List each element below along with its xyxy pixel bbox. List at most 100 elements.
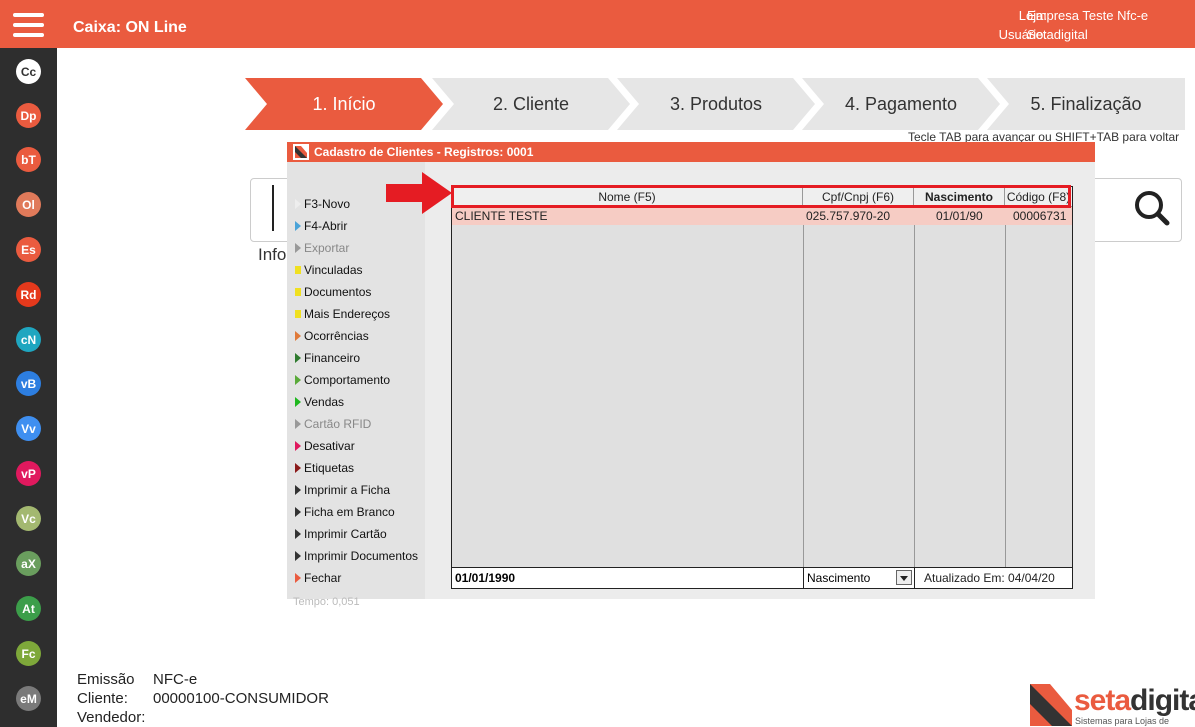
menu-marker-icon — [295, 397, 301, 407]
menu-item-f3-novo[interactable]: F3-Novo — [295, 197, 350, 211]
cell-nascimento: 01/01/90 — [936, 209, 983, 223]
menu-item-vinculadas[interactable]: Vinculadas — [295, 263, 363, 277]
menu-item-label: Desativar — [304, 439, 355, 453]
menu-marker-icon — [295, 573, 301, 583]
menu-item-label: Exportar — [304, 241, 350, 255]
app-title: Caixa: ON Line — [73, 19, 187, 36]
menu-marker-icon — [295, 243, 301, 253]
sidebar-item-vv[interactable]: Vv — [16, 416, 41, 441]
cell-codigo: 00006731 — [1013, 209, 1067, 223]
menu-marker-icon — [295, 529, 301, 539]
cliente-value: 00000100-CONSUMIDOR — [153, 690, 329, 707]
menu-item-etiquetas[interactable]: Etiquetas — [295, 461, 354, 475]
menu-item-f4-abrir[interactable]: F4-Abrir — [295, 219, 347, 233]
grid-footer: 01/01/1990 Nascimento Atualizado Em: 04/… — [452, 567, 1072, 588]
menu-item-label: Etiquetas — [304, 461, 355, 475]
filter-column-select[interactable]: Nascimento — [803, 568, 915, 588]
menu-item-label: Imprimir a Ficha — [304, 483, 391, 497]
menu-icon[interactable] — [0, 0, 57, 48]
sidebar-item-cc[interactable]: Cc — [16, 59, 41, 84]
menu-marker-icon — [295, 353, 301, 363]
sidebar-item-cn[interactable]: cN — [16, 327, 41, 352]
updated-label: Atualizado Em: 04/04/20 — [924, 571, 1055, 585]
sidebar: Cc Dp bT Ol Es Rd cN vB Vv vP Vc aX At Fc eM — [0, 0, 57, 727]
menu-item-vendas[interactable]: Vendas — [295, 395, 344, 409]
menu-marker-icon — [295, 288, 301, 296]
menu-item-imprimir-documentos[interactable]: Imprimir Documentos — [295, 549, 418, 563]
menu-item-ocorr-ncias[interactable]: Ocorrências — [295, 329, 369, 343]
menu-item-desativar[interactable]: Desativar — [295, 439, 355, 453]
menu-item-financeiro[interactable]: Financeiro — [295, 351, 360, 365]
menu-item-label: Financeiro — [304, 351, 361, 365]
menu-marker-icon — [295, 441, 301, 451]
menu-item-label: Ficha em Branco — [304, 505, 395, 519]
dialog-title-bar: Cadastro de Clientes - Registros: 0001 — [287, 142, 1095, 162]
text-cursor — [272, 185, 274, 231]
sidebar-item-ol[interactable]: Ol — [16, 192, 41, 217]
menu-item-exportar[interactable]: Exportar — [295, 241, 349, 255]
sidebar-item-at[interactable]: At — [16, 596, 41, 621]
menu-marker-icon — [295, 463, 301, 473]
table-row[interactable]: CLIENTE TESTE 025.757.970-20 01/01/90 00… — [452, 207, 1072, 225]
search-icon[interactable] — [1134, 190, 1170, 226]
top-bar: Caixa: ON Line Loja: Usuário: Empresa Te… — [57, 0, 1195, 48]
menu-item-label: Mais Endereços — [304, 307, 391, 321]
sidebar-item-dp[interactable]: Dp — [16, 103, 41, 128]
cell-nome: CLIENTE TESTE — [455, 209, 548, 223]
sidebar-item-fc[interactable]: Fc — [16, 641, 41, 666]
highlight-box — [451, 185, 1071, 208]
step-inicio[interactable]: 1. Início — [245, 78, 443, 130]
column-divider — [1005, 225, 1006, 567]
menu-marker-icon — [295, 507, 301, 517]
vendedor-label: Vendedor: — [77, 709, 146, 726]
menu-item-label: Imprimir Cartão — [304, 527, 387, 541]
menu-marker-icon — [295, 310, 301, 318]
menu-item-cart-o-rfid[interactable]: Cartão RFID — [295, 417, 371, 431]
menu-item-imprimir-cart-o[interactable]: Imprimir Cartão — [295, 527, 387, 541]
loja-value: Empresa Teste Nfc-e — [1027, 8, 1149, 23]
step-finalizacao[interactable]: 5. Finalização — [987, 78, 1185, 130]
dialog-menu: F3-Novo F4-Abrir Exportar Vinculadas Documen… — [287, 162, 425, 608]
sale-info-values: NFC-e 00000100-CONSUMIDOR — [153, 670, 329, 708]
clientes-grid: Nome (F5) Cpf/Cnpj (F6) Nascimento (F7) … — [451, 186, 1073, 589]
tempo-label: Tempo: 0,051 — [293, 596, 360, 608]
sidebar-item-rd[interactable]: Rd — [16, 282, 41, 307]
menu-item-ficha-em-branco[interactable]: Ficha em Branco — [295, 505, 395, 519]
chevron-down-icon[interactable] — [896, 570, 912, 585]
sidebar-item-es[interactable]: Es — [16, 237, 41, 262]
menu-item-label: Ocorrências — [304, 329, 369, 343]
menu-item-fechar[interactable]: Fechar — [295, 571, 341, 585]
sidebar-item-vc[interactable]: Vc — [16, 506, 41, 531]
menu-marker-icon — [295, 331, 301, 341]
menu-item-comportamento[interactable]: Comportamento — [295, 373, 390, 387]
column-divider — [914, 225, 915, 567]
menu-item-documentos[interactable]: Documentos — [295, 285, 371, 299]
sidebar-item-vp[interactable]: vP — [16, 461, 41, 486]
sidebar-item-vb[interactable]: vB — [16, 371, 41, 396]
menu-marker-icon — [295, 419, 301, 429]
emissao-label: Emissão — [77, 671, 135, 688]
step-pagamento[interactable]: 4. Pagamento — [802, 78, 1000, 130]
column-divider — [803, 225, 804, 567]
app-logo-icon — [293, 144, 309, 160]
menu-item-label: Fechar — [304, 571, 342, 585]
filter-column-value: Nascimento — [807, 571, 871, 585]
step-cliente[interactable]: 2. Cliente — [432, 78, 630, 130]
sidebar-item-ax[interactable]: aX — [16, 551, 41, 576]
sale-info-labels: Emissão Cliente: Vendedor: — [77, 670, 145, 727]
emissao-value: NFC-e — [153, 671, 198, 688]
sidebar-item-em[interactable]: eM — [16, 686, 41, 711]
step-produtos[interactable]: 3. Produtos — [617, 78, 815, 130]
cliente-label: Cliente: — [77, 690, 128, 707]
menu-marker-icon — [295, 375, 301, 385]
sidebar-item-bt[interactable]: bT — [16, 147, 41, 172]
menu-item-label: Imprimir Documentos — [304, 549, 419, 563]
wizard-steps: 1. Início 2. Cliente 3. Produtos 4. Paga… — [245, 78, 1185, 130]
menu-item-label: F4-Abrir — [304, 219, 348, 233]
menu-item-mais-endere-os[interactable]: Mais Endereços — [295, 307, 390, 321]
filter-search-field[interactable]: 01/01/1990 — [455, 571, 515, 585]
pointer-arrow-icon — [386, 172, 452, 214]
menu-item-label: Cartão RFID — [304, 417, 372, 431]
menu-item-label: Vendas — [304, 395, 345, 409]
menu-item-imprimir-a-ficha[interactable]: Imprimir a Ficha — [295, 483, 390, 497]
